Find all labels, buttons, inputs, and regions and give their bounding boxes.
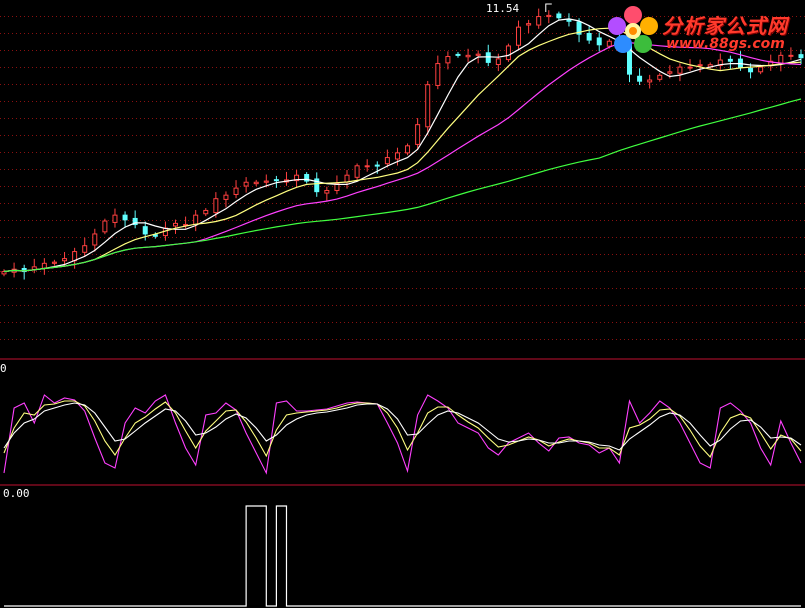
candle-body [102,220,108,233]
logo-url-text: www.88gs.com [666,36,785,52]
candle-body [455,53,461,56]
candle-body [516,26,522,46]
candle-body [344,174,350,183]
candle-body [637,75,643,82]
candle-body [687,66,693,69]
candle-body [173,222,179,227]
candle-body [425,84,431,128]
oscillator-scale-label: 0 [0,362,7,375]
candle-body [62,258,68,262]
candle-body [485,52,491,63]
logo-brand-text: 分析家公式网 [662,14,788,38]
candle-body [505,45,511,61]
candle-body [364,165,370,168]
high-price-label: 11.54 [486,2,520,15]
candle-body [778,54,784,64]
candle-body [243,181,249,187]
candle-body [263,180,269,183]
site-logo: 分析家公式网 www.88gs.com [604,4,799,56]
candle-body [526,23,532,26]
signal-panel[interactable] [4,505,801,607]
candle-body [596,37,602,46]
signal-line [4,505,801,607]
candle-body [667,71,673,74]
candle-body [465,54,471,58]
signal-scale-label: 0.00 [3,487,30,500]
ma-longest-line [3,98,802,273]
candle-body [475,53,481,56]
candle-body [394,152,400,160]
candle-body [657,74,663,80]
candle-body [405,145,411,154]
ma-short-line [3,18,802,273]
candle-body [415,124,421,145]
candle-body [51,261,57,264]
candle-body [384,157,390,165]
ma-mid-line [3,27,802,273]
candle-body [536,16,542,26]
candle-body [758,66,764,73]
candle-body [273,179,279,182]
candle-body [748,68,754,73]
candle-body [193,214,199,226]
candle-body [142,226,148,235]
candle-body [122,214,128,221]
stock-chart [0,3,805,607]
candle-body [586,32,592,41]
candle-body [727,58,733,62]
candle-body [233,187,239,195]
candle-body [546,14,552,18]
candle-body [566,19,572,22]
candle-body [435,63,441,86]
candle-body [495,58,501,66]
candle-body [213,198,219,214]
candle-body [41,262,47,269]
candle-body [445,56,451,64]
candle-body [253,181,259,185]
candle-body [112,214,118,223]
candle-body [647,79,653,83]
candle-body [374,164,380,167]
candle-body [223,194,229,200]
candle-body [556,13,562,19]
flower-icon [608,6,658,53]
candle-body [324,189,330,194]
candle-body [82,245,88,253]
candle-body [354,165,360,178]
osc-fast-line [3,394,802,475]
candle-body [92,233,98,246]
candle-body [203,209,209,215]
ma-long-line [3,42,802,273]
candle-body [798,54,804,59]
candle-body [697,64,703,67]
oscillator-panel[interactable] [3,394,802,475]
candle-body [677,66,683,74]
